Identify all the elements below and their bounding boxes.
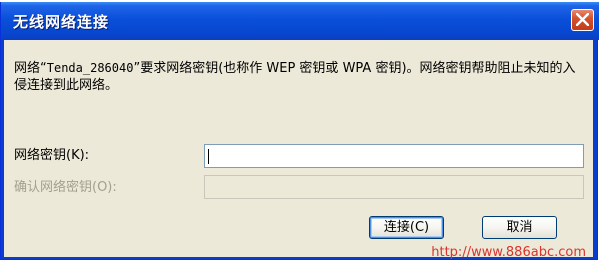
title-bar[interactable]: 无线网络连接	[1, 2, 599, 40]
close-button[interactable]	[571, 9, 594, 31]
network-name: Tenda_286040	[46, 61, 134, 75]
close-icon	[576, 13, 589, 26]
network-key-label: 网络密钥(K):	[14, 148, 90, 163]
connect-button[interactable]: 连接(C)	[369, 216, 444, 239]
watermark-text: http://www.886abc.com	[431, 245, 586, 260]
confirm-key-label: 确认网络密钥(O):	[14, 180, 117, 195]
message-prefix: 网络“	[14, 61, 47, 76]
dialog-message: 网络“Tenda_286040”要求网络密钥(也称作 WEP 密钥或 WPA 密…	[14, 60, 584, 94]
dialog-window: 无线网络连接 网络“Tenda_286040”要求网络密钥(也称作 WEP 密钥…	[0, 2, 599, 260]
window-title: 无线网络连接	[13, 13, 110, 31]
cancel-button[interactable]: 取消	[482, 216, 557, 239]
text-caret	[208, 149, 209, 164]
network-key-input[interactable]	[204, 144, 584, 168]
confirm-key-input[interactable]	[204, 175, 584, 199]
dialog-body: 网络“Tenda_286040”要求网络密钥(也称作 WEP 密钥或 WPA 密…	[4, 40, 593, 257]
